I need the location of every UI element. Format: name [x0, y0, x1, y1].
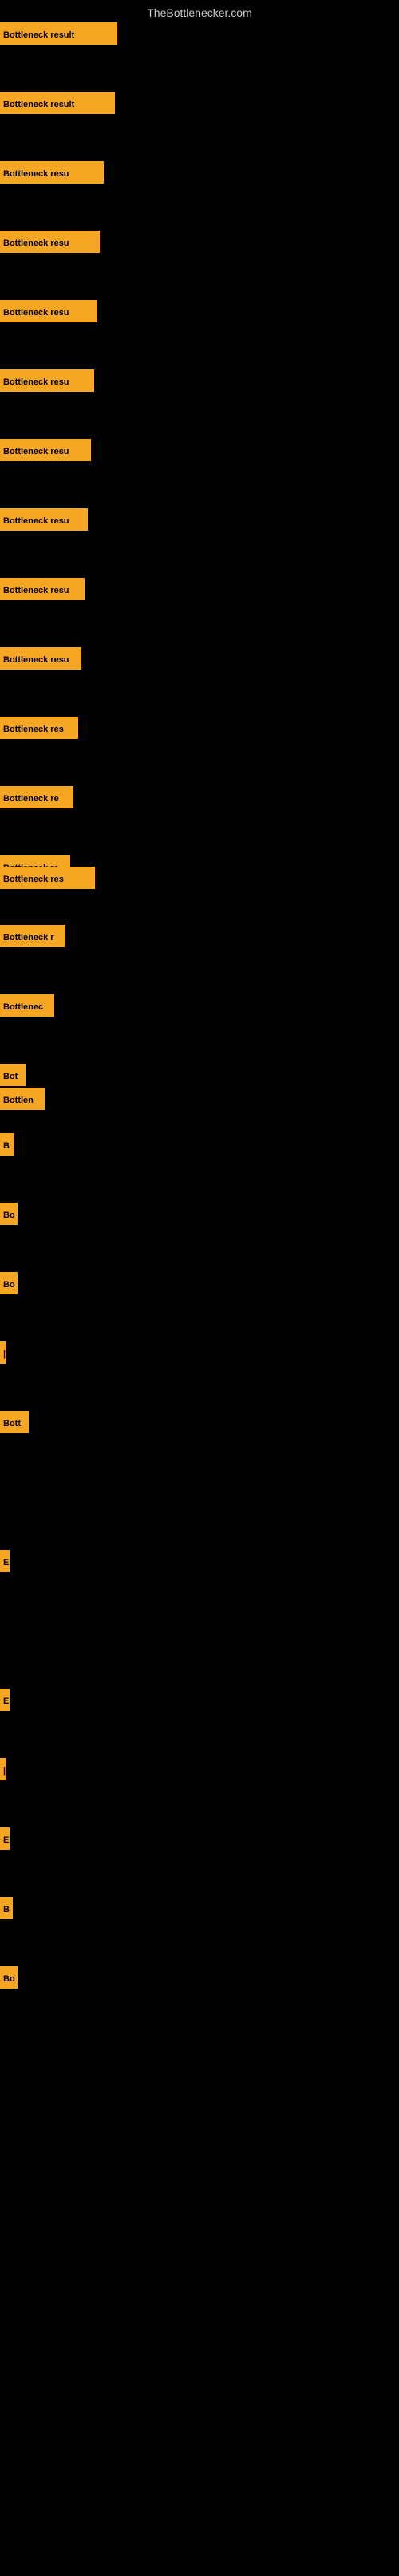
bar-label-20: Bo	[0, 1203, 18, 1225]
bar-item-10: Bottleneck resu	[0, 647, 81, 670]
bar-label-5: Bottleneck resu	[0, 300, 97, 322]
bar-item-29: Bo	[0, 1966, 18, 1989]
bar-item-2: Bottleneck result	[0, 92, 115, 114]
bar-label-27: E	[0, 1827, 10, 1850]
bar-item-3: Bottleneck resu	[0, 161, 104, 184]
bar-item-7: Bottleneck resu	[0, 439, 91, 461]
bar-label-15: Bottleneck r	[0, 925, 65, 947]
bar-item-11: Bottleneck res	[0, 717, 78, 739]
bar-label-10: Bottleneck resu	[0, 647, 81, 670]
bar-label-11: Bottleneck res	[0, 717, 78, 739]
bar-label-29: Bo	[0, 1966, 18, 1989]
bar-label-4: Bottleneck resu	[0, 231, 100, 253]
bar-item-14: Bottleneck res	[0, 867, 95, 889]
bar-item-1: Bottleneck result	[0, 22, 117, 45]
bar-item-28: B	[0, 1897, 13, 1919]
bar-label-19: B	[0, 1133, 14, 1156]
bar-label-17: Bot	[0, 1064, 26, 1086]
bar-label-2: Bottleneck result	[0, 92, 115, 114]
bar-label-7: Bottleneck resu	[0, 439, 91, 461]
bar-item-9: Bottleneck resu	[0, 578, 85, 600]
bar-label-6: Bottleneck resu	[0, 369, 94, 392]
bar-item-4: Bottleneck resu	[0, 231, 100, 253]
bar-label-9: Bottleneck resu	[0, 578, 85, 600]
bar-item-22: |	[0, 1341, 6, 1364]
bar-item-21: Bo	[0, 1272, 18, 1294]
bar-item-25: E	[0, 1689, 10, 1711]
bar-item-8: Bottleneck resu	[0, 508, 88, 531]
site-title: TheBottlenecker.com	[0, 0, 399, 22]
bar-label-16: Bottlenec	[0, 994, 54, 1017]
bar-label-26: |	[0, 1758, 6, 1780]
bar-label-21: Bo	[0, 1272, 18, 1294]
bar-item-5: Bottleneck resu	[0, 300, 97, 322]
bar-label-8: Bottleneck resu	[0, 508, 88, 531]
bar-label-14: Bottleneck res	[0, 867, 95, 889]
bar-label-23: Bott	[0, 1411, 29, 1433]
bar-item-23: Bott	[0, 1411, 29, 1433]
bar-label-22: |	[0, 1341, 6, 1364]
bar-item-15: Bottleneck r	[0, 925, 65, 947]
bar-item-20: Bo	[0, 1203, 18, 1225]
bar-item-19: B	[0, 1133, 14, 1156]
bar-label-3: Bottleneck resu	[0, 161, 104, 184]
bar-item-17: Bot	[0, 1064, 26, 1086]
bar-item-16: Bottlenec	[0, 994, 54, 1017]
bar-item-27: E	[0, 1827, 10, 1850]
bar-label-12: Bottleneck re	[0, 786, 73, 808]
bar-item-6: Bottleneck resu	[0, 369, 94, 392]
bar-label-1: Bottleneck result	[0, 22, 117, 45]
bar-item-26: |	[0, 1758, 6, 1780]
bar-label-24: E	[0, 1550, 10, 1572]
bar-label-25: E	[0, 1689, 10, 1711]
bar-item-12: Bottleneck re	[0, 786, 73, 808]
bar-item-18: Bottlen	[0, 1088, 45, 1110]
bar-label-28: B	[0, 1897, 13, 1919]
bar-label-18: Bottlen	[0, 1088, 45, 1110]
bar-item-24: E	[0, 1550, 10, 1572]
